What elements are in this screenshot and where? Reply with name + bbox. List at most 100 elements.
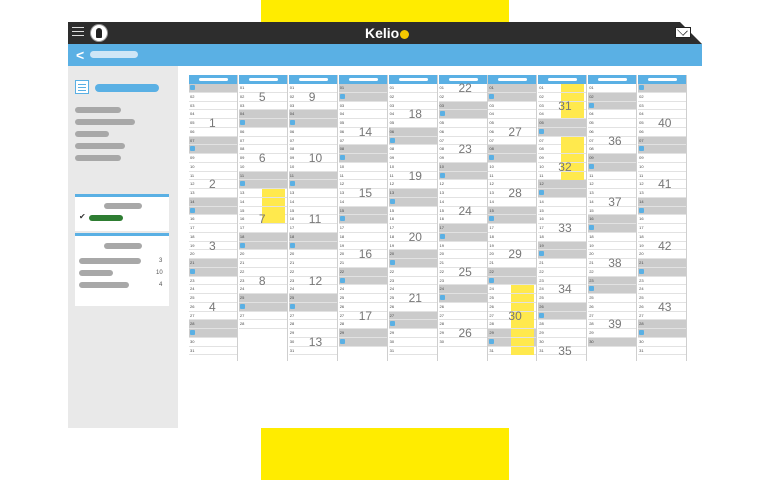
day-cell[interactable]: 14 <box>538 198 587 207</box>
day-cell[interactable] <box>238 241 287 251</box>
day-cell[interactable]: 18 <box>338 233 387 242</box>
day-cell[interactable]: 30 <box>388 338 437 347</box>
month-header[interactable] <box>338 75 387 84</box>
day-cell[interactable]: 04 <box>338 110 387 119</box>
day-cell[interactable]: 15 <box>488 206 537 216</box>
day-cell[interactable]: 01 <box>538 84 587 93</box>
month-header[interactable] <box>588 75 637 84</box>
day-cell[interactable] <box>488 92 537 102</box>
day-cell[interactable]: 07 <box>238 137 287 146</box>
day-cell[interactable] <box>488 276 537 286</box>
day-cell[interactable] <box>189 329 237 338</box>
day-cell[interactable]: 11 <box>488 172 537 181</box>
day-cell[interactable]: 26 <box>538 302 587 312</box>
day-cell[interactable]: 04 <box>588 110 637 119</box>
day-cell[interactable]: 18 <box>588 233 637 242</box>
day-cell[interactable]: 21 <box>288 259 337 268</box>
day-cell[interactable]: 17 <box>488 224 537 233</box>
month-header[interactable] <box>388 75 437 84</box>
day-cell[interactable]: 10 <box>338 163 387 172</box>
day-cell[interactable]: 28 <box>189 320 237 329</box>
day-cell[interactable]: 23 <box>388 277 437 286</box>
day-cell[interactable]: 26 <box>438 303 487 312</box>
day-cell[interactable]: 08 <box>538 145 587 154</box>
day-cell[interactable]: 22 <box>538 268 587 277</box>
sidebar-title[interactable] <box>95 84 159 92</box>
day-cell[interactable] <box>338 276 387 286</box>
day-cell[interactable]: 30 <box>189 338 237 347</box>
day-cell[interactable]: 03 <box>488 102 537 111</box>
day-cell[interactable]: 30 <box>638 338 687 347</box>
day-cell[interactable] <box>388 136 437 146</box>
day-cell[interactable]: 25 <box>238 294 287 303</box>
day-cell[interactable]: 01 <box>388 84 437 93</box>
day-cell[interactable] <box>288 302 337 312</box>
day-cell[interactable]: 27 <box>238 312 287 321</box>
day-cell[interactable]: 08 <box>338 145 387 154</box>
month-header[interactable] <box>238 75 287 84</box>
day-cell[interactable]: 31 <box>638 347 687 356</box>
hamburger-icon[interactable] <box>72 27 84 38</box>
day-cell[interactable]: 12 <box>438 180 487 189</box>
day-cell[interactable]: 29 <box>488 329 537 338</box>
day-cell[interactable]: 25 <box>288 294 337 303</box>
month-header[interactable] <box>488 75 537 84</box>
day-cell[interactable]: 04 <box>488 110 537 119</box>
day-cell[interactable]: 29 <box>388 329 437 338</box>
day-cell[interactable]: 05 <box>438 119 487 128</box>
day-cell[interactable]: 11 <box>588 172 637 181</box>
day-cell[interactable]: 10 <box>438 162 487 172</box>
day-cell[interactable] <box>338 337 387 347</box>
day-cell[interactable] <box>488 154 537 163</box>
day-cell[interactable] <box>588 285 637 294</box>
day-cell[interactable]: 15 <box>388 207 437 216</box>
day-cell[interactable]: 02 <box>189 93 237 102</box>
day-cell[interactable]: 01 <box>338 84 387 93</box>
back-button[interactable]: < <box>76 46 84 64</box>
day-cell[interactable] <box>388 320 437 329</box>
day-cell[interactable]: 04 <box>238 110 287 119</box>
day-cell[interactable]: 28 <box>538 320 587 329</box>
day-cell[interactable] <box>438 232 487 242</box>
day-cell[interactable]: 31 <box>189 347 237 356</box>
day-cell[interactable]: 29 <box>338 329 387 338</box>
day-cell[interactable]: 16 <box>388 215 437 224</box>
day-cell[interactable]: 03 <box>638 102 687 111</box>
day-cell[interactable]: 13 <box>438 189 487 198</box>
day-cell[interactable]: 27 <box>388 311 437 321</box>
day-cell[interactable]: 16 <box>588 215 637 224</box>
sidebar-item[interactable] <box>75 155 121 161</box>
day-cell[interactable]: 09 <box>638 154 687 163</box>
day-cell[interactable]: 06 <box>238 128 287 137</box>
day-cell[interactable] <box>538 189 587 198</box>
day-cell[interactable]: 07 <box>638 136 687 146</box>
day-cell[interactable]: 21 <box>638 259 687 268</box>
day-cell[interactable]: 17 <box>438 224 487 233</box>
day-cell[interactable]: 11 <box>288 171 337 181</box>
day-cell[interactable] <box>388 259 437 268</box>
day-cell[interactable]: 31 <box>388 347 437 356</box>
day-cell[interactable]: 30 <box>588 337 637 347</box>
day-cell[interactable]: 24 <box>438 285 487 294</box>
day-cell[interactable]: 22 <box>388 268 437 277</box>
day-cell[interactable]: 14 <box>638 197 687 207</box>
day-cell[interactable] <box>588 224 637 233</box>
day-cell[interactable]: 20 <box>238 250 287 259</box>
day-cell[interactable]: 03 <box>189 102 237 111</box>
day-cell[interactable]: 17 <box>338 224 387 233</box>
day-cell[interactable]: 12 <box>538 180 587 189</box>
day-cell[interactable] <box>438 294 487 303</box>
day-cell[interactable]: 19 <box>538 241 587 251</box>
day-cell[interactable]: 18 <box>488 233 537 242</box>
day-cell[interactable] <box>438 171 487 181</box>
day-cell[interactable]: 26 <box>588 303 637 312</box>
month-header[interactable] <box>538 75 587 84</box>
day-cell[interactable] <box>638 329 687 338</box>
day-cell[interactable]: 07 <box>288 137 337 146</box>
day-cell[interactable]: 08 <box>488 145 537 154</box>
day-cell[interactable]: 14 <box>238 197 287 207</box>
day-cell[interactable] <box>388 197 437 207</box>
mail-icon[interactable] <box>675 27 691 38</box>
day-cell[interactable] <box>588 101 637 111</box>
day-cell[interactable] <box>189 84 237 93</box>
